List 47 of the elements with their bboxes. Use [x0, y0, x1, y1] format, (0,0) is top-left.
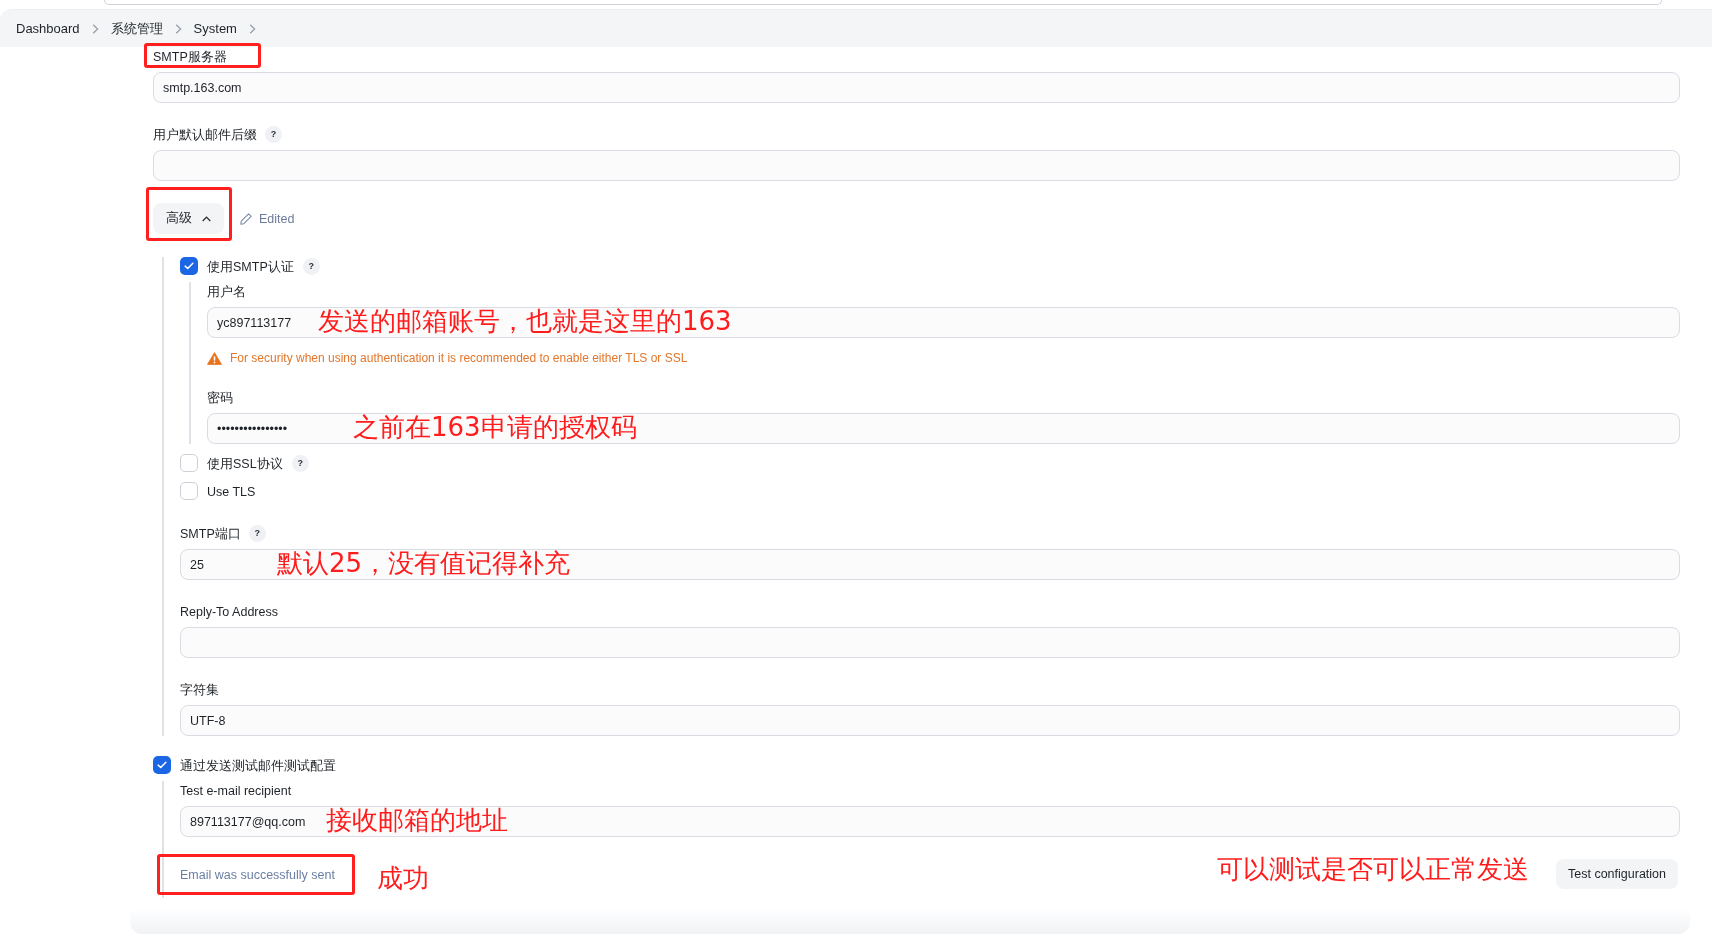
annotation-note: 默认25，没有值记得补充 — [277, 547, 571, 578]
help-button[interactable]: ? — [302, 257, 320, 275]
breadcrumb-link[interactable]: Dashboard — [16, 21, 80, 36]
text-field[interactable] — [180, 627, 1680, 658]
field-label: 用户名 — [207, 284, 246, 299]
field-label: 用户默认邮件后缀 — [153, 127, 257, 142]
checkbox-label: 通过发送测试邮件测试配置 — [180, 758, 336, 773]
checkbox[interactable] — [153, 756, 171, 774]
chevron-right-icon — [174, 23, 182, 34]
chevron-right-icon — [248, 23, 256, 34]
checkbox-label: 使用SMTP认证 — [207, 259, 294, 274]
warning-icon — [207, 351, 222, 365]
checkbox[interactable] — [180, 454, 198, 472]
checkbox[interactable] — [180, 482, 198, 500]
annotation-note: 发送的邮箱账号，也就是这里的163 — [318, 305, 732, 336]
input-field[interactable] — [104, 0, 1662, 5]
annotation-note: 之前在163申请的授权码 — [353, 411, 637, 442]
checkmark-icon — [184, 262, 194, 270]
warning-message: For security when using authentication it is recommended to enable either TLS or SSL — [230, 351, 688, 365]
text-field[interactable] — [153, 150, 1680, 181]
help-button[interactable]: ? — [248, 524, 266, 542]
annotation-note: 可以测试是否可以正常发送 — [1217, 854, 1529, 884]
caret-up-icon — [202, 215, 211, 222]
checkbox-label: Use TLS — [207, 484, 256, 499]
checkmark-icon — [157, 761, 167, 769]
breadcrumb-link[interactable]: System — [193, 21, 237, 36]
test-configuration-button[interactable]: Test configuration — [1556, 859, 1678, 889]
breadcrumb-link[interactable]: 系统管理 — [110, 19, 163, 38]
status-message: Email was successfully sent — [180, 867, 335, 883]
help-button[interactable]: ? — [291, 454, 309, 472]
field-label: Reply-To Address — [180, 604, 278, 619]
field-label: Test e-mail recipient — [180, 783, 292, 798]
field-label: SMTP服务器 — [153, 49, 227, 64]
annotation-note: 成功 — [376, 863, 429, 893]
field-label: SMTP端口 — [180, 526, 241, 541]
pencil-icon — [240, 212, 252, 225]
text-field[interactable]: smtp.163.com — [153, 72, 1680, 103]
checkbox[interactable] — [180, 257, 198, 275]
edited-label: Edited — [259, 211, 295, 226]
text-field[interactable]: UTF-8 — [180, 705, 1680, 736]
advanced-button[interactable]: 高级 — [153, 203, 224, 234]
field-label: 字符集 — [180, 682, 219, 697]
annotation-note: 接收邮箱的地址 — [326, 804, 508, 835]
help-button[interactable]: ? — [265, 125, 282, 143]
chevron-right-icon — [91, 23, 99, 34]
checkbox-label: 使用SSL协议 — [207, 456, 283, 471]
field-label: 密码 — [207, 390, 233, 405]
